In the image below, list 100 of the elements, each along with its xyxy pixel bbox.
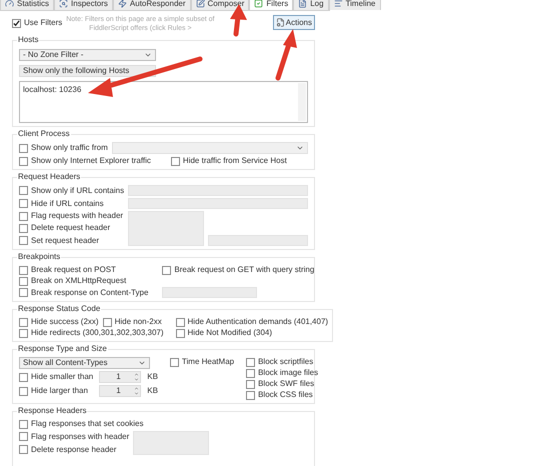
scrollbar[interactable]: [298, 83, 306, 121]
tab[interactable]: Timeline: [328, 0, 380, 10]
checkbox-label: Block scriptfiles: [258, 357, 314, 367]
down-icon: [134, 377, 140, 382]
checkbox[interactable]: [19, 236, 28, 245]
group-title: Response Headers: [17, 406, 88, 416]
checkbox[interactable]: [19, 386, 28, 396]
group-title: Response Status Code: [17, 304, 102, 314]
checkbox-label: Hide success (2xx): [31, 317, 99, 327]
checkbox[interactable]: [19, 432, 28, 441]
checkbox[interactable]: [19, 212, 28, 220]
checkbox[interactable]: [176, 318, 185, 326]
checkbox-label: Break request on GET with query string: [174, 265, 314, 275]
host-filter-select[interactable]: Show only the following Hosts: [19, 65, 156, 77]
checkbox[interactable]: [246, 358, 256, 366]
checkbox-label: Hide redirects (300,301,302,303,307): [31, 328, 164, 338]
text-field[interactable]: [162, 287, 258, 298]
group-title: Client Process: [17, 129, 71, 139]
actions-button[interactable]: Actions: [272, 15, 315, 30]
checkbox-label: Delete response header: [31, 444, 116, 454]
checkbox[interactable]: [19, 144, 28, 152]
text-field[interactable]: [128, 185, 308, 196]
checkbox[interactable]: [19, 199, 28, 208]
tab-icon: [59, 0, 68, 8]
spinner-field[interactable]: 1: [99, 385, 142, 397]
checkbox[interactable]: [162, 266, 172, 274]
checkbox[interactable]: [19, 156, 28, 166]
up-icon: [134, 386, 140, 391]
checkbox[interactable]: [19, 186, 28, 195]
unit-label: KB: [147, 386, 158, 396]
checkbox[interactable]: [19, 445, 28, 454]
group-title: Request Headers: [17, 172, 82, 182]
checkbox-label: Hide non-2xx: [114, 317, 162, 327]
tab[interactable]: Statistics: [0, 0, 54, 10]
tab-icon: [254, 0, 264, 8]
checkbox[interactable]: [246, 390, 256, 400]
checkbox[interactable]: [19, 372, 28, 382]
checkbox-label: Flag responses that set cookies: [31, 419, 144, 429]
tab-icon: [334, 0, 343, 8]
checkbox[interactable]: [170, 358, 179, 366]
zone-filter-select[interactable]: - No Zone Filter -: [19, 49, 156, 61]
down-icon: [134, 391, 140, 396]
document-icon: [276, 18, 285, 27]
tab[interactable]: Composer: [190, 0, 250, 10]
spinner-field[interactable]: 1: [99, 371, 142, 383]
checkbox-label: Break response on Content-Type: [31, 288, 148, 298]
text-field[interactable]: [133, 431, 210, 455]
checkbox[interactable]: [19, 318, 28, 326]
chevron-down-icon: [138, 359, 146, 367]
checkbox-label: Block SWF files: [258, 379, 314, 389]
checkbox[interactable]: [19, 266, 28, 274]
checkbox-label: Show only if URL contains: [31, 186, 124, 196]
unit-label: KB: [147, 372, 158, 382]
checkbox[interactable]: [12, 18, 21, 28]
text-field[interactable]: [128, 211, 204, 246]
checkbox-label: Hide smaller than: [31, 372, 94, 382]
checkbox-label: Time HeatMap: [182, 357, 234, 367]
checkbox-label: Flag requests with header: [31, 211, 124, 221]
checkbox[interactable]: [19, 288, 28, 297]
annotation-arrow: [276, 29, 297, 80]
tab[interactable]: Filters: [249, 0, 294, 10]
checkbox-label: Block image files: [258, 368, 318, 378]
checkbox[interactable]: [19, 420, 28, 428]
content-type-select[interactable]: Show all Content-Types: [19, 357, 150, 369]
checkbox[interactable]: [246, 380, 256, 388]
chevron-down-icon: [144, 51, 152, 59]
checkbox-label: Hide Not Modified (304): [188, 328, 272, 338]
checkbox[interactable]: [170, 156, 180, 166]
tab-icon: [298, 0, 308, 8]
group-title: Response Type and Size: [17, 344, 108, 354]
checkbox-label: Break request on POST: [31, 265, 116, 275]
checkbox-label: Block CSS files: [258, 390, 313, 400]
tab[interactable]: AutoResponder: [112, 0, 191, 10]
checkbox-label: Show only traffic from: [31, 143, 108, 153]
checkbox-label: Use Filters: [24, 18, 62, 28]
checkbox-label: Hide larger than: [31, 386, 88, 396]
checkbox[interactable]: [246, 368, 256, 378]
group-title: Hosts: [17, 35, 40, 45]
tab-icon: [5, 0, 14, 8]
up-icon: [134, 372, 140, 377]
checkbox[interactable]: [102, 318, 112, 326]
checkbox-label: Flag responses with header: [31, 432, 130, 442]
checkbox-label: Delete request header: [31, 223, 110, 233]
checkbox-label: Hide traffic from Service Host: [182, 156, 287, 166]
checkbox[interactable]: [19, 328, 28, 338]
checkbox-label: Set request header: [31, 236, 100, 246]
checkbox[interactable]: [19, 276, 28, 286]
hosts-list-field[interactable]: localhost: 10236: [19, 81, 308, 123]
checkbox-label: Hide Authentication demands (401,407): [188, 317, 328, 327]
tab-icon: [196, 0, 205, 8]
chevron-down-icon: [296, 144, 304, 152]
text-field[interactable]: [208, 235, 308, 246]
checkbox-label: Break on XMLHttpRequest: [31, 276, 126, 286]
checkbox[interactable]: [176, 328, 185, 338]
tab[interactable]: Inspectors: [54, 0, 113, 10]
text-field[interactable]: [128, 198, 308, 209]
checkbox[interactable]: [19, 224, 28, 232]
checkbox-label: Hide if URL contains: [31, 198, 104, 208]
tab[interactable]: Log: [293, 0, 329, 10]
checkbox-label: Show only Internet Explorer traffic: [31, 156, 151, 166]
